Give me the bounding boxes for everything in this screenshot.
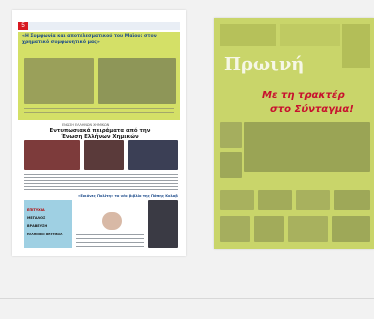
book-cover-photo [148,200,178,248]
lower-article-headline: «Εικόνες Πολίτη» το νέο βιβλίο της Πόπης… [78,194,178,198]
page-header-bar [18,22,180,30]
promo-line-2: ΜΕΓΑΛΟΣ [27,216,46,220]
top-article-photo-left [24,58,94,104]
top-article-photo-right [98,58,176,104]
right-footer-photo-4 [332,216,370,242]
right-side-photo-2 [220,152,242,178]
right-bottom-photo-4 [334,190,370,210]
right-top-strip [220,24,276,46]
right-headline-line-2: στο Σύνταγμα! [270,104,354,115]
promo-line-4: ΕΛΛΗΝΙΚΟ ΦΕΣΤΙΒΑΛ [27,232,63,236]
right-top-strip-2 [280,24,340,46]
newspaper-page-right[interactable]: Πρωινή Με τη τρακτέρ στο Σύνταγμα! [214,18,374,249]
promo-line-3: ΒΡΑΒΕΥΣΗ [27,224,48,228]
promo-line-1: ΕΠΙΤΥΧΙΑ [27,208,45,212]
mid-article-kicker: ΕΝΩΣΗ ΕΛΛΗΝΩΝ ΧΗΜΙΚΩΝ [62,123,110,127]
page-number-text: 5 [21,23,25,29]
mid-article-photo-2 [84,140,124,170]
mid-article-photo-1 [24,140,80,170]
right-bottom-photo-1 [220,190,254,210]
promo-box: ΕΠΙΤΥΧΙΑ ΜΕΓΑΛΟΣ ΒΡΑΒΕΥΣΗ ΕΛΛΗΝΙΚΟ ΦΕΣΤΙ… [24,200,72,248]
right-side-photo-1 [220,122,242,148]
right-corner-box [342,24,370,68]
mid-article-photo-3 [128,140,178,170]
right-footer-photo-3 [288,216,328,242]
page-number-badge: 5 [18,22,28,30]
mid-article-headline: Εντυπωσιακά πειράματα από την Ένωση Ελλή… [49,128,151,141]
newspaper-page-left[interactable]: 5 «Η Συμφωνία και αποτελεσματικού του Μα… [12,10,186,256]
right-footer-photo-1 [220,216,250,242]
right-bottom-photo-3 [296,190,330,210]
right-bottom-photo-2 [258,190,292,210]
right-footer-photo-2 [254,216,284,242]
viewer-bottom-divider [0,298,374,299]
document-viewer[interactable]: 5 «Η Συμφωνία και αποτελεσματικού του Μα… [0,0,374,319]
right-main-photo [244,122,370,172]
author-portrait-photo [102,212,122,230]
right-headline-line-1: Με τη τρακτέρ [262,90,345,101]
newspaper-masthead: Πρωινή [224,54,305,75]
top-article-caption: «Η Συμφωνία και αποτελεσματικού του Μαϊο… [22,34,157,45]
